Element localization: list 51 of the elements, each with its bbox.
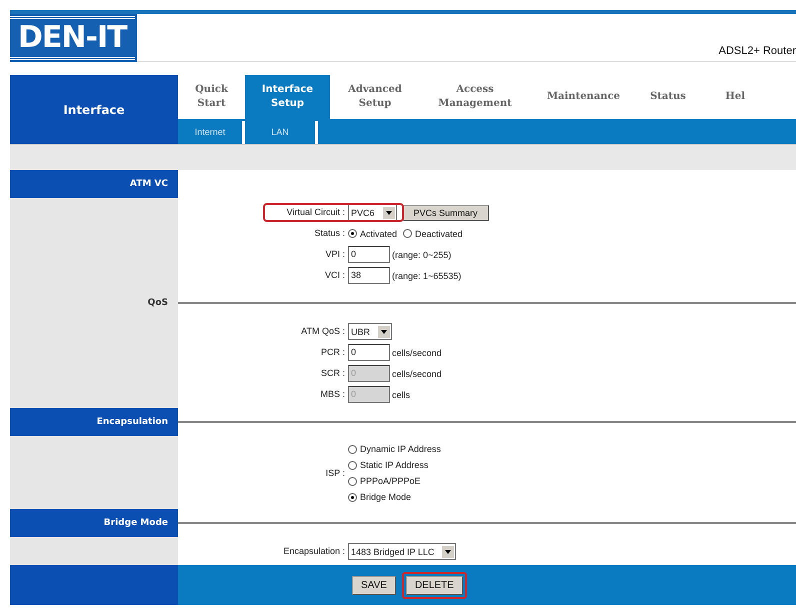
section-header: QoS: [10, 289, 178, 317]
radio-label: Deactivated: [415, 228, 463, 238]
field-label: Virtual Circuit :: [286, 207, 345, 217]
product-name: ADSL2+ Router: [718, 45, 796, 59]
field-label: Encapsulation :: [283, 546, 345, 556]
radio-label: Activated: [360, 228, 398, 238]
radio-button[interactable]: [348, 229, 357, 238]
field-label: ATM QoS :: [301, 326, 345, 336]
dropdown[interactable]: UBR: [348, 323, 392, 340]
field-label: Status :: [314, 228, 345, 238]
field-label: VCI :: [324, 270, 345, 280]
nav-tab[interactable]: Advanced Setup: [330, 75, 420, 119]
nav-tab[interactable]: Maintenance: [530, 75, 637, 119]
action-button[interactable]: DELETE: [406, 576, 463, 594]
section-header: Encapsulation: [10, 408, 178, 436]
nav-tab[interactable]: Access Management: [420, 75, 530, 119]
nav-tab[interactable]: Quick Start: [178, 75, 245, 119]
action-button[interactable]: SAVE: [352, 576, 396, 594]
subnav-tab[interactable]: LAN: [245, 119, 315, 144]
input-field[interactable]: 0: [348, 246, 390, 263]
field-label: PCR :: [320, 347, 345, 357]
field-note: (range: 1~65535): [392, 270, 462, 280]
field-note: cells: [392, 390, 410, 400]
nav-tab[interactable]: Status: [637, 75, 699, 119]
field-label: ISP :: [326, 468, 345, 478]
radio-label: PPPoA/PPPoE: [360, 476, 421, 486]
field-label: MBS :: [320, 389, 345, 399]
side-title: Interface: [10, 75, 178, 144]
radio-button[interactable]: [348, 476, 357, 486]
field-note: cells/second: [392, 368, 442, 378]
radio-button[interactable]: [348, 460, 357, 470]
radio-button[interactable]: [348, 444, 357, 454]
dropdown[interactable]: 1483 Bridged IP LLC: [348, 543, 456, 560]
field-note: cells/second: [392, 348, 442, 358]
input-field[interactable]: 38: [348, 267, 390, 284]
summary-button[interactable]: PVCs Summary: [402, 204, 489, 220]
radio-label: Static IP Address: [360, 460, 428, 470]
radio-label: Bridge Mode: [360, 492, 412, 502]
input-field[interactable]: 0: [348, 344, 390, 361]
nav-tab[interactable]: Interface Setup: [245, 75, 330, 119]
subnav-tab[interactable]: Internet: [178, 119, 242, 144]
nav-tab[interactable]: Hel: [699, 75, 751, 119]
section-header: ATM VC: [10, 170, 178, 198]
field-label: VPI :: [325, 249, 345, 259]
section-header: Bridge Mode: [10, 509, 178, 537]
radio-label: Dynamic IP Address: [360, 444, 441, 454]
field-label: SCR :: [320, 368, 345, 378]
radio-button[interactable]: [403, 229, 412, 238]
logo: DEN-IT: [10, 16, 135, 60]
field-note: (range: 0~255): [392, 250, 452, 260]
radio-button[interactable]: [348, 492, 357, 502]
